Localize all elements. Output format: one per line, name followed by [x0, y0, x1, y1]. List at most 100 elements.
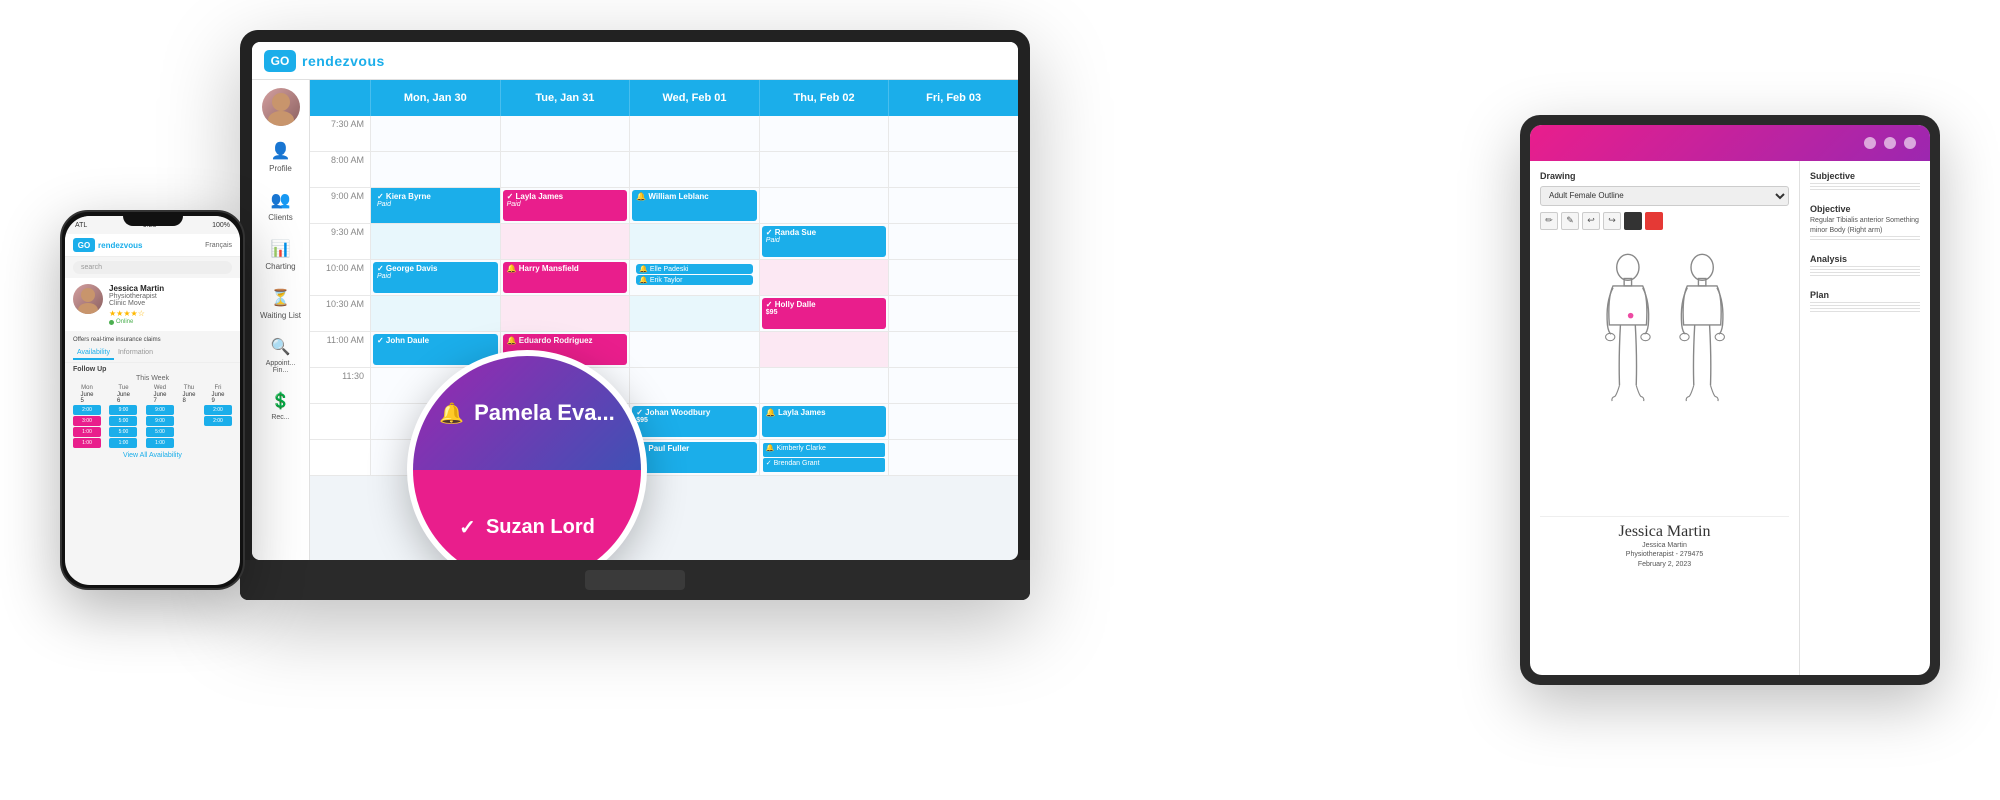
phone-slot[interactable]: 9:00: [109, 405, 137, 415]
phone-slot[interactable]: 9:00: [146, 416, 174, 426]
app-logo: GO rendezvous: [264, 50, 385, 72]
phone-slot[interactable]: 5:00: [146, 427, 174, 437]
phone-profile-clinic: Clinic Move: [109, 300, 232, 307]
scene: ATL 9:25 100% GO rendezvous Français sea…: [0, 0, 2000, 800]
sidebar-item-profile[interactable]: 👤 Profile: [255, 134, 307, 179]
cal-cell[interactable]: ✓ Johan Woodbury $95: [629, 404, 759, 439]
cal-day-mon: Mon, Jan 30: [370, 80, 500, 116]
soap-line: [1810, 305, 1920, 306]
soap-line: [1810, 269, 1920, 270]
phone-search-bar[interactable]: search: [73, 261, 232, 274]
undo-tool-btn[interactable]: ↩: [1582, 212, 1600, 230]
soap-analysis: Analysis: [1810, 254, 1920, 276]
phone-slot[interactable]: 3:00: [73, 416, 101, 426]
tablet-device: Drawing Adult Female Outline ✏ ✎ ↩ ↪: [1520, 115, 1940, 685]
soap-subjective: Subjective: [1810, 171, 1920, 190]
cal-cell: [888, 404, 1018, 439]
body-diagram[interactable]: [1540, 236, 1789, 516]
phone-day-label-thu: Thu: [184, 385, 194, 391]
cal-cell: [759, 332, 889, 367]
cal-cell[interactable]: 🔔 William Leblanc: [629, 188, 759, 223]
cal-time-1030: 10:30 AM: [310, 296, 370, 331]
tablet-control-dot-3[interactable]: [1904, 137, 1916, 149]
signature-date: February 2, 2023: [1540, 560, 1789, 570]
cal-cell[interactable]: 🔔 Layla James: [759, 404, 889, 439]
cal-cell[interactable]: ✓ George Davis Paid: [370, 260, 500, 295]
phone-slot[interactable]: 1:00: [109, 438, 137, 448]
phone-slot[interactable]: 2:00: [204, 405, 232, 415]
phone-slot[interactable]: 1:00: [73, 427, 101, 437]
cal-cell[interactable]: 🔔 Harry Mansfield: [500, 260, 630, 295]
cal-cell[interactable]: 🔔 Paul Fuller: [629, 440, 759, 475]
cal-cell[interactable]: ✓ Layla James Paid: [500, 188, 630, 223]
phone-slot[interactable]: 2:00: [73, 405, 101, 415]
laptop-device: GO rendezvous 👤 Profile: [240, 30, 1030, 600]
soap-analysis-label: Analysis: [1810, 254, 1920, 264]
cal-cell[interactable]: 🔔 Kimberly Clarke ✓ Brendan Grant: [759, 440, 889, 475]
cal-time-pm2: [310, 440, 370, 475]
calendar-header: Mon, Jan 30 Tue, Jan 31 Wed, Feb 01 Thu,…: [310, 80, 1018, 116]
phone-slot[interactable]: 9:00: [146, 405, 174, 415]
sidebar-item-waiting-list[interactable]: ⏳ Waiting List: [255, 281, 307, 326]
cal-cell: [500, 116, 630, 151]
laptop-base: [240, 560, 1030, 600]
body-outline-select[interactable]: Adult Female Outline: [1540, 186, 1789, 206]
redo-tool-btn[interactable]: ↪: [1603, 212, 1621, 230]
phone-day-label-fri: Fri: [214, 385, 221, 391]
phone-slot[interactable]: 1:00: [146, 438, 174, 448]
signature-title: Physiotherapist - 279475: [1540, 550, 1789, 560]
phone-view-all-button[interactable]: View All Availability: [65, 448, 240, 463]
tablet-control-dot-2[interactable]: [1884, 137, 1896, 149]
cal-cell[interactable]: ✓ Randa Sue Paid: [759, 224, 889, 259]
pen-tool-btn[interactable]: ✎: [1561, 212, 1579, 230]
phone-slot[interactable]: 1:00: [73, 438, 101, 448]
sidebar-item-charting[interactable]: 📊 Charting: [255, 232, 307, 277]
cal-row-730: 7:30 AM: [310, 116, 1018, 152]
phone-tab-availability[interactable]: Availability: [73, 347, 114, 360]
app-logo-text: rendezvous: [302, 53, 385, 69]
tablet-screen: Drawing Adult Female Outline ✏ ✎ ↩ ↪: [1530, 125, 1930, 675]
app-logo-icon: GO: [264, 50, 296, 72]
cal-cell[interactable]: ✓ Kiera Byrne Paid: [370, 188, 500, 223]
billing-icon: 💲: [270, 390, 292, 412]
cal-cell: [759, 368, 889, 403]
cal-cell: [370, 152, 500, 187]
cal-cell: [500, 224, 630, 259]
cal-cell: [500, 152, 630, 187]
cal-time-900: 9:00 AM: [310, 188, 370, 223]
cal-cell[interactable]: ✓ Holly Dalle $95: [759, 296, 889, 331]
sidebar-item-label-profile: Profile: [269, 164, 292, 173]
soap-line: [1810, 186, 1920, 187]
laptop-screen: GO rendezvous 👤 Profile: [252, 42, 1018, 560]
cal-day-thu: Thu, Feb 02: [759, 80, 889, 116]
app-header: GO rendezvous: [252, 42, 1018, 80]
color-tool-red[interactable]: [1645, 212, 1663, 230]
cal-row-1100: 11:00 AM ✓ John Daule 🔔 Eduardo Rodrigue…: [310, 332, 1018, 368]
pencil-tool-btn[interactable]: ✏: [1540, 212, 1558, 230]
phone-language-toggle[interactable]: Français: [205, 242, 232, 249]
phone-tab-information[interactable]: Information: [114, 347, 157, 360]
phone-screen: ATL 9:25 100% GO rendezvous Français sea…: [65, 216, 240, 585]
cal-cell: [759, 152, 889, 187]
sidebar-item-billing[interactable]: 💲 Rec...: [255, 384, 307, 427]
phone-follow-up-label: Follow Up: [65, 363, 240, 375]
phone-battery: 100%: [212, 222, 230, 229]
popup-bottom-event[interactable]: ✓ Suzan Lord: [413, 470, 641, 560]
color-tool-black[interactable]: [1624, 212, 1642, 230]
phone-profile-info: Jessica Martin Physiotherapist Clinic Mo…: [109, 284, 232, 325]
cal-cell: [370, 224, 500, 259]
soap-subjective-label: Subjective: [1810, 171, 1920, 181]
sidebar-item-appointments[interactable]: 🔍 Appoint...Fin...: [255, 330, 307, 380]
popup-name2: Suzan Lord: [486, 516, 595, 539]
tablet-control-dot-1[interactable]: [1864, 137, 1876, 149]
phone-slot[interactable]: 5:00: [109, 427, 137, 437]
soap-objective-lines: [1810, 236, 1920, 240]
cal-cell[interactable]: 🔔 Elle Padeski 🔔 Erik Taylor: [629, 260, 759, 295]
phone-day-label-mon: Mon: [81, 385, 93, 391]
phone-slot[interactable]: 2:00: [204, 416, 232, 426]
phone-slot[interactable]: 5:00: [109, 416, 137, 426]
waiting-list-icon: ⏳: [270, 287, 292, 309]
cal-cell: [629, 368, 759, 403]
cal-time-730: 7:30 AM: [310, 116, 370, 151]
sidebar-item-clients[interactable]: 👥 Clients: [255, 183, 307, 228]
